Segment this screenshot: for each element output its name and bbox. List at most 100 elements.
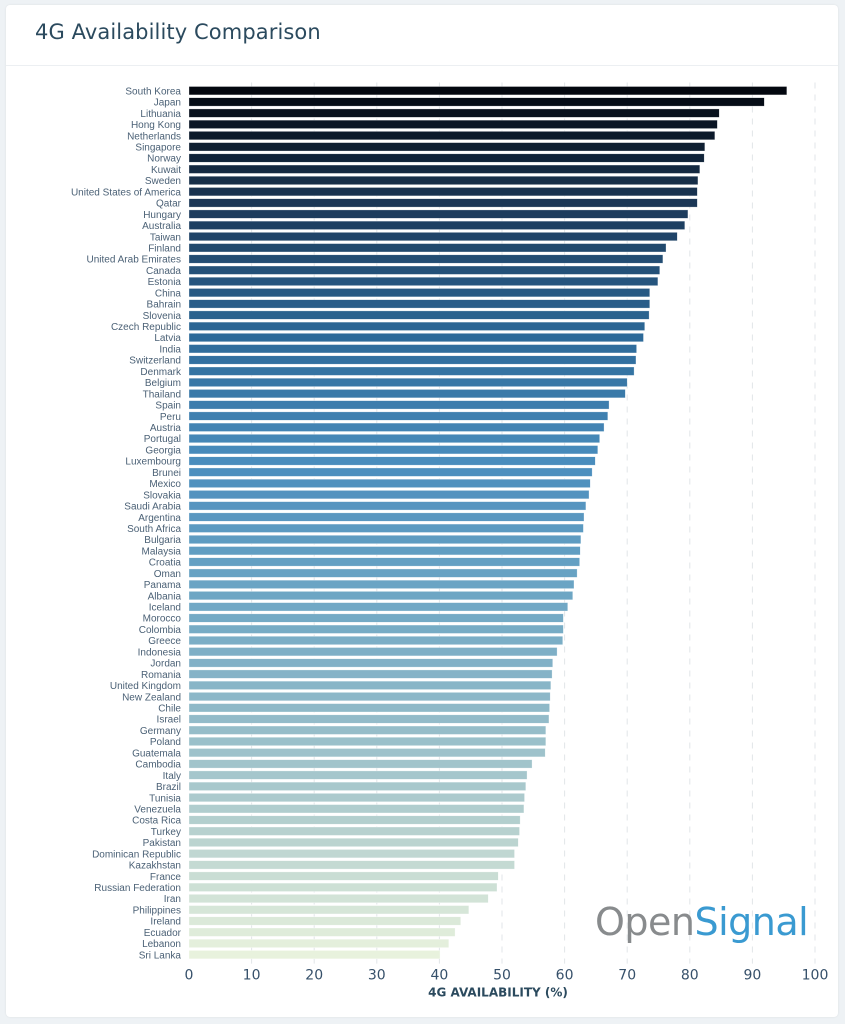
y-tick-label: Guatemala bbox=[132, 748, 181, 759]
bar-poland bbox=[188, 737, 547, 746]
y-tick-label: Philippines bbox=[133, 905, 181, 916]
bar-united-kingdom bbox=[188, 680, 552, 690]
y-tick-label: South Korea bbox=[125, 86, 181, 97]
bar-latvia bbox=[188, 333, 644, 342]
bar-croatia bbox=[188, 557, 580, 567]
y-tick-label: Croatia bbox=[149, 558, 182, 569]
bar-peru bbox=[188, 411, 609, 421]
bar-brazil bbox=[188, 781, 527, 791]
bar-india bbox=[188, 344, 637, 354]
bar-chile bbox=[188, 703, 550, 713]
y-tick-label: Morocco bbox=[143, 614, 182, 625]
y-tick-label: Argentina bbox=[138, 513, 181, 524]
y-tick-label: Belgium bbox=[145, 378, 181, 389]
y-tick-label: Iran bbox=[164, 894, 181, 905]
y-tick-label: Singapore bbox=[135, 143, 181, 154]
bar-morocco bbox=[188, 613, 564, 623]
y-tick-label: Romania bbox=[141, 670, 181, 681]
y-tick-label: Czech Republic bbox=[111, 322, 181, 333]
x-tick-label: 0 bbox=[185, 968, 194, 984]
bar-estonia bbox=[188, 276, 659, 286]
bar-panama bbox=[188, 579, 575, 589]
y-tick-label: Switzerland bbox=[129, 356, 181, 367]
bar-singapore bbox=[188, 142, 706, 152]
bar-sweden bbox=[188, 176, 699, 185]
bar-kazakhstan bbox=[188, 860, 515, 870]
bar-qatar bbox=[188, 198, 698, 208]
y-tick-label: Hungary bbox=[143, 210, 181, 221]
bar-luxembourg bbox=[188, 456, 596, 466]
bar-denmark bbox=[188, 366, 635, 376]
y-tick-label: Georgia bbox=[145, 445, 181, 456]
logo-signal-text: Signal bbox=[694, 900, 809, 944]
bar-indonesia bbox=[188, 647, 558, 657]
bar-lebanon bbox=[188, 938, 450, 948]
y-tick-label: Lebanon bbox=[142, 939, 181, 950]
y-tick-label: Australia bbox=[142, 221, 181, 232]
y-tick-label: Venezuela bbox=[134, 804, 181, 815]
bar-dominican-republic bbox=[188, 849, 515, 859]
bar-tunisia bbox=[188, 793, 525, 803]
y-tick-label: Canada bbox=[146, 266, 181, 277]
bar-philippines bbox=[188, 905, 470, 915]
bar-pakistan bbox=[188, 837, 519, 847]
bar-venezuela bbox=[188, 804, 525, 814]
bar-france bbox=[188, 871, 499, 881]
bar-jordan bbox=[188, 658, 553, 668]
y-tick-label: China bbox=[155, 288, 182, 299]
y-tick-label: Bulgaria bbox=[144, 535, 181, 546]
y-tick-label: Cambodia bbox=[135, 760, 181, 771]
y-tick-label: Colombia bbox=[139, 625, 182, 636]
bar-italy bbox=[188, 770, 528, 780]
y-tick-label: Brazil bbox=[156, 782, 181, 793]
bar-taiwan bbox=[188, 232, 678, 242]
y-tick-label: Kuwait bbox=[151, 165, 181, 176]
bar-switzerland bbox=[188, 355, 637, 365]
x-tick-label: 10 bbox=[243, 968, 261, 984]
bar-slovenia bbox=[188, 310, 650, 320]
y-tick-label: United States of America bbox=[71, 187, 181, 198]
y-tick-label: Poland bbox=[150, 737, 181, 748]
bar-united-arab-emirates bbox=[188, 254, 664, 264]
y-tick-label: Spain bbox=[155, 401, 181, 412]
bar-russian-federation bbox=[188, 882, 498, 892]
bar-united-states-of-america bbox=[188, 187, 698, 197]
bar-south-korea bbox=[188, 86, 788, 96]
bar-guatemala bbox=[188, 748, 546, 758]
y-tick-label: Israel bbox=[157, 715, 181, 726]
y-tick-label: Peru bbox=[160, 412, 181, 423]
bar-belgium bbox=[188, 377, 628, 387]
x-tick-label: 60 bbox=[556, 968, 574, 984]
bar-new-zealand bbox=[188, 692, 551, 702]
bar-greece bbox=[188, 636, 563, 645]
opensignal-logo: OpenSignal bbox=[595, 900, 809, 944]
y-tick-label: Austria bbox=[150, 423, 182, 434]
y-tick-label: Mexico bbox=[149, 479, 181, 490]
y-tick-label: Tunisia bbox=[149, 793, 181, 804]
bar-germany bbox=[188, 725, 547, 735]
y-tick-label: Dominican Republic bbox=[92, 849, 181, 860]
y-tick-label: Oman bbox=[154, 569, 181, 580]
y-tick-label: Sweden bbox=[145, 176, 181, 187]
bar-costa-rica bbox=[188, 815, 521, 825]
y-tick-label: United Kingdom bbox=[110, 681, 181, 692]
y-tick-label: Bahrain bbox=[147, 300, 181, 311]
bar-ecuador bbox=[188, 927, 456, 937]
bar-hong-kong bbox=[188, 119, 718, 129]
y-tick-label: South Africa bbox=[127, 524, 181, 535]
y-tick-label: Slovenia bbox=[143, 311, 182, 322]
bar-australia bbox=[188, 220, 686, 230]
bar-malaysia bbox=[188, 546, 581, 556]
x-axis-label: 4G AVAILABILITY (%) bbox=[428, 986, 568, 1000]
bar-lithuania bbox=[188, 108, 720, 118]
y-tick-label: Latvia bbox=[154, 333, 181, 344]
bar-spain bbox=[188, 400, 610, 410]
bar-cambodia bbox=[188, 759, 533, 769]
y-tick-label: Norway bbox=[147, 154, 181, 165]
x-tick-label: 70 bbox=[618, 968, 636, 984]
bar-albania bbox=[188, 591, 573, 601]
y-tick-label: Portugal bbox=[144, 434, 181, 445]
y-tick-label: Indonesia bbox=[138, 647, 182, 658]
y-tick-label: Russian Federation bbox=[94, 883, 181, 894]
x-tick-label: 80 bbox=[681, 968, 699, 984]
